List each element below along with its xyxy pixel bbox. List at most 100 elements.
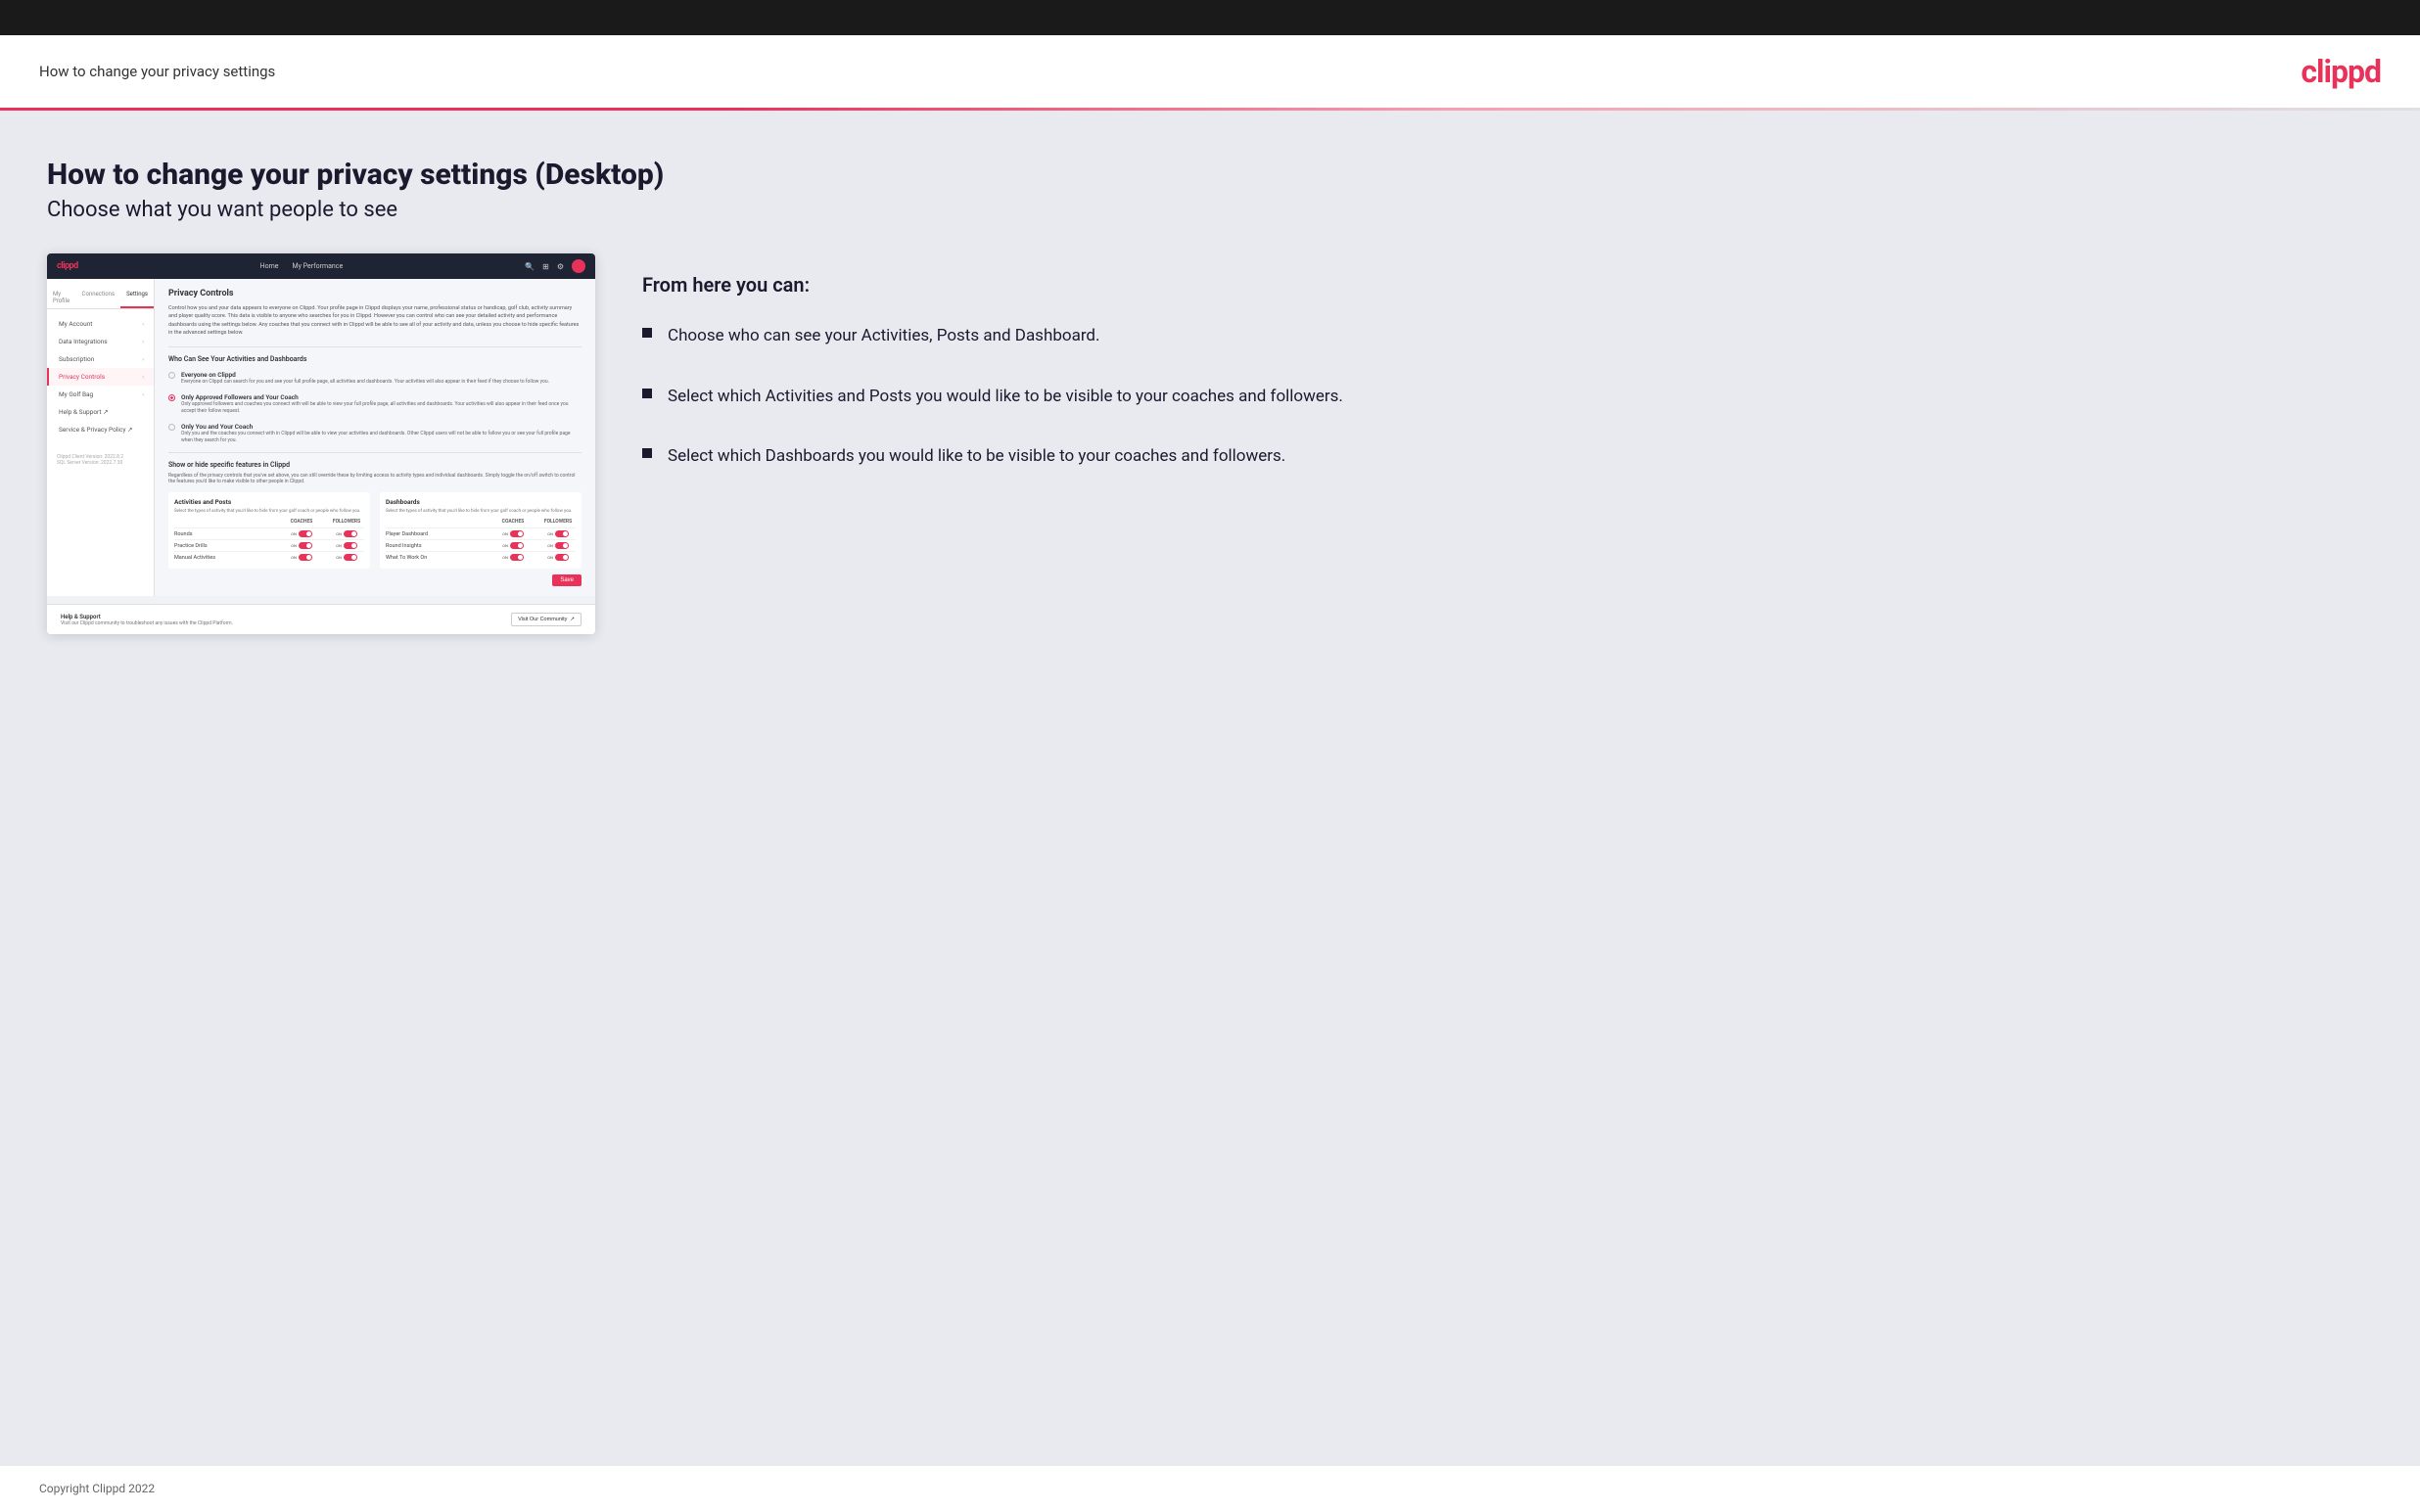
settings-icon[interactable]: ⚙ [557, 262, 564, 271]
mockup-topbar: clippd Home My Performance 🔍 ⊞ ⚙ [47, 253, 595, 279]
bullet-text-1: Choose who can see your Activities, Post… [668, 324, 1100, 349]
sidebar-item-my-golf-bag[interactable]: My Golf Bag › [47, 386, 154, 403]
manual-followers-pill [344, 554, 357, 561]
help-text-block: Help & Support Visit our Clippd communit… [61, 614, 233, 626]
save-button[interactable]: Save [552, 574, 582, 586]
app-mockup: clippd Home My Performance 🔍 ⊞ ⚙ [47, 253, 595, 634]
sidebar-label-privacy-policy: Service & Privacy Policy ↗ [59, 426, 133, 434]
player-dash-followers-pill [555, 530, 569, 537]
player-dash-coaches-toggle[interactable]: ON [495, 530, 531, 537]
radio-circle-everyone [168, 372, 175, 379]
drills-coaches-toggle[interactable]: ON [284, 542, 319, 549]
screenshot-col: clippd Home My Performance 🔍 ⊞ ⚙ [47, 253, 595, 634]
chevron-icon-data-integrations: › [142, 339, 144, 345]
search-icon[interactable]: 🔍 [525, 262, 535, 271]
sidebar-item-privacy-controls[interactable]: Privacy Controls › [47, 368, 154, 386]
chevron-icon-privacy-controls: › [142, 374, 144, 381]
top-bar [0, 0, 2420, 35]
tab-my-profile[interactable]: My Profile [47, 287, 76, 308]
radio-text-only-you: Only You and Your Coach Only you and the… [181, 423, 582, 444]
radio-circle-only-you [168, 424, 175, 431]
mockup-who-section-title: Who Can See Your Activities and Dashboar… [168, 346, 582, 363]
user-avatar[interactable] [572, 259, 585, 273]
mockup-logo: clippd [57, 261, 78, 271]
what-to-work-coaches-on-label: ON [502, 555, 508, 560]
page-heading: How to change your privacy settings (Des… [47, 158, 2373, 192]
drills-followers-pill [344, 542, 357, 549]
radio-desc-only-you: Only you and the coaches you connect wit… [181, 431, 582, 444]
sidebar-label-privacy-controls: Privacy Controls [59, 373, 105, 381]
dashboards-row-round-insights: Round Insights ON ON [386, 539, 576, 551]
sidebar-version: Clippd Client Version: 2022.8.2SQL Serve… [47, 446, 154, 474]
rounds-followers-toggle[interactable]: ON [329, 530, 364, 537]
sidebar-label-data-integrations: Data Integrations [59, 338, 108, 345]
round-insights-coaches-toggle[interactable]: ON [495, 542, 531, 549]
radio-text-everyone: Everyone on Clippd Everyone on Clippd ca… [181, 371, 549, 386]
info-col: From here you can: Choose who can see yo… [642, 253, 2373, 505]
radio-approved-followers[interactable]: Only Approved Followers and Your Coach O… [168, 393, 582, 415]
header-title: How to change your privacy settings [39, 63, 275, 80]
grid-icon[interactable]: ⊞ [542, 262, 549, 271]
manual-coaches-toggle[interactable]: ON [284, 554, 319, 561]
mockup-help-desc: Visit our Clippd community to troublesho… [61, 620, 233, 626]
what-to-work-coaches-toggle[interactable]: ON [495, 554, 531, 561]
mockup-sidebar: My Profile Connections Settings My Accou… [47, 279, 155, 596]
rounds-coaches-pill [299, 530, 312, 537]
activities-table-header: COACHES FOLLOWERS [174, 519, 364, 525]
info-bullet-1: Choose who can see your Activities, Post… [642, 324, 2373, 349]
bullet-text-3: Select which Dashboards you would like t… [668, 444, 1285, 470]
sidebar-label-help-support: Help & Support ↗ [59, 408, 109, 416]
activities-table-title: Activities and Posts [174, 498, 364, 506]
save-row: Save [168, 574, 582, 586]
sidebar-item-data-integrations[interactable]: Data Integrations › [47, 333, 154, 350]
radio-everyone[interactable]: Everyone on Clippd Everyone on Clippd ca… [168, 371, 582, 386]
activities-coaches-header: COACHES [284, 519, 319, 525]
activities-row-rounds: Rounds ON ON [174, 527, 364, 539]
chevron-icon-my-golf-bag: › [142, 391, 144, 398]
chevron-icon-subscription: › [142, 356, 144, 363]
visit-community-button[interactable]: Visit Our Community ↗ [511, 613, 582, 626]
mockup-show-hide-title: Show or hide specific features in Clippd [168, 452, 582, 469]
radio-only-you[interactable]: Only You and Your Coach Only you and the… [168, 423, 582, 444]
page-subheading: Choose what you want people to see [47, 198, 2373, 222]
drills-coaches-pill [299, 542, 312, 549]
player-dash-coaches-on-label: ON [502, 531, 508, 536]
mockup-help-section: Help & Support Visit our Clippd communit… [47, 604, 595, 634]
sidebar-item-subscription[interactable]: Subscription › [47, 350, 154, 368]
tab-settings[interactable]: Settings [120, 287, 154, 308]
player-dash-coaches-pill [510, 530, 524, 537]
rounds-followers-on-label: ON [336, 531, 342, 536]
radio-label-everyone: Everyone on Clippd [181, 371, 549, 379]
radio-circle-approved-followers [168, 394, 175, 401]
radio-desc-approved-followers: Only approved followers and coaches you … [181, 401, 582, 415]
sidebar-label-my-golf-bag: My Golf Bag [59, 390, 93, 398]
dashboards-table-desc: Select the types of activity that you'd … [386, 509, 576, 514]
what-to-work-toggles: ON ON [495, 554, 576, 561]
mockup-nav-home[interactable]: Home [260, 262, 279, 270]
round-insights-followers-toggle[interactable]: ON [540, 542, 576, 549]
drills-toggles: ON ON [284, 542, 364, 549]
sidebar-item-help-support[interactable]: Help & Support ↗ [47, 403, 154, 421]
manual-followers-toggle[interactable]: ON [329, 554, 364, 561]
dashboards-label-round-insights: Round Insights [386, 543, 422, 549]
bullet-square-1 [642, 328, 652, 338]
dashboards-table-header: COACHES FOLLOWERS [386, 519, 576, 525]
header: How to change your privacy settings clip… [0, 35, 2420, 108]
info-bullets: Choose who can see your Activities, Post… [642, 324, 2373, 470]
bullet-square-2 [642, 389, 652, 398]
dashboards-label-what-to-work-on: What To Work On [386, 555, 427, 561]
mockup-privacy-controls-title: Privacy Controls [168, 289, 582, 298]
activities-followers-header: FOLLOWERS [329, 519, 364, 525]
what-to-work-followers-toggle[interactable]: ON [540, 554, 576, 561]
dashboards-table: Dashboards Select the types of activity … [380, 492, 582, 569]
sidebar-item-my-account[interactable]: My Account › [47, 315, 154, 333]
tab-connections[interactable]: Connections [76, 287, 121, 308]
what-to-work-coaches-pill [510, 554, 524, 561]
mockup-nav-performance[interactable]: My Performance [293, 262, 344, 270]
drills-followers-toggle[interactable]: ON [329, 542, 364, 549]
external-link-icon: ↗ [570, 617, 575, 622]
rounds-coaches-toggle[interactable]: ON [284, 530, 319, 537]
sidebar-item-privacy-policy[interactable]: Service & Privacy Policy ↗ [47, 421, 154, 438]
player-dash-followers-toggle[interactable]: ON [540, 530, 576, 537]
radio-label-approved-followers: Only Approved Followers and Your Coach [181, 393, 582, 401]
